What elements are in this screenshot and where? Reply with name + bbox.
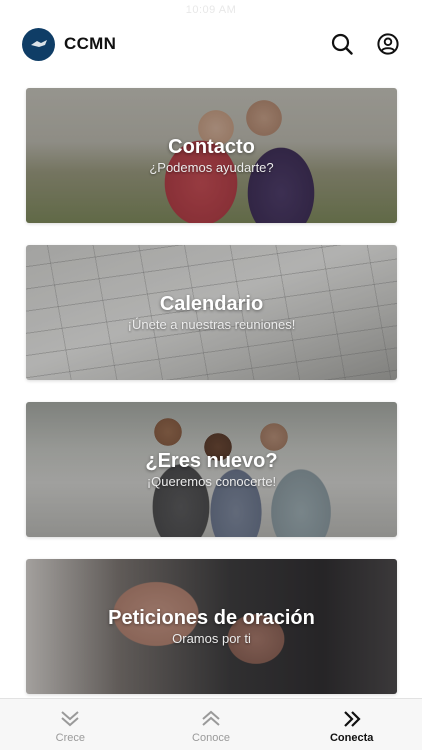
tab-label: Crece (55, 732, 85, 744)
tab-crece[interactable]: Crece (0, 699, 141, 750)
card-title: ¿Eres nuevo? (145, 449, 278, 472)
tab-label: Conoce (192, 732, 230, 744)
tab-conoce[interactable]: Conoce (141, 699, 282, 750)
status-time: 10:09 AM (185, 4, 237, 16)
eres-nuevo-card[interactable]: ¿Eres nuevo? ¡Queremos conocerte! (26, 402, 397, 537)
card-subtitle: ¡Únete a nuestras reuniones! (127, 316, 296, 332)
card-list: Contacto ¿Podemos ayudarte? Calendario ¡… (26, 88, 397, 694)
card-subtitle: ¡Queremos conocerte! (146, 473, 277, 489)
contacto-card[interactable]: Contacto ¿Podemos ayudarte? (26, 88, 397, 223)
double-chevron-up-icon (200, 709, 222, 729)
calendario-card[interactable]: Calendario ¡Únete a nuestras reuniones! (26, 245, 397, 380)
double-chevron-down-icon (59, 709, 81, 729)
app-header: CCMN (22, 26, 400, 62)
tab-label: Conecta (329, 732, 374, 744)
card-title: Calendario (159, 292, 264, 315)
card-subtitle: Oramos por ti (172, 630, 251, 646)
card-title: Contacto (168, 135, 255, 158)
ccmn-logo-icon (22, 27, 55, 61)
tab-conecta[interactable]: Conecta (281, 699, 422, 750)
user-profile-icon[interactable] (376, 32, 400, 56)
card-subtitle: ¿Podemos ayudarte? (149, 159, 274, 175)
app-title: CCMN (64, 34, 117, 53)
bottom-tab-bar: Crece Conoce Conecta (0, 698, 422, 750)
card-title: Peticiones de oración (108, 606, 315, 629)
peticiones-card[interactable]: Peticiones de oración Oramos por ti (26, 559, 397, 694)
search-icon[interactable] (330, 32, 354, 56)
double-chevron-right-icon (341, 709, 363, 729)
